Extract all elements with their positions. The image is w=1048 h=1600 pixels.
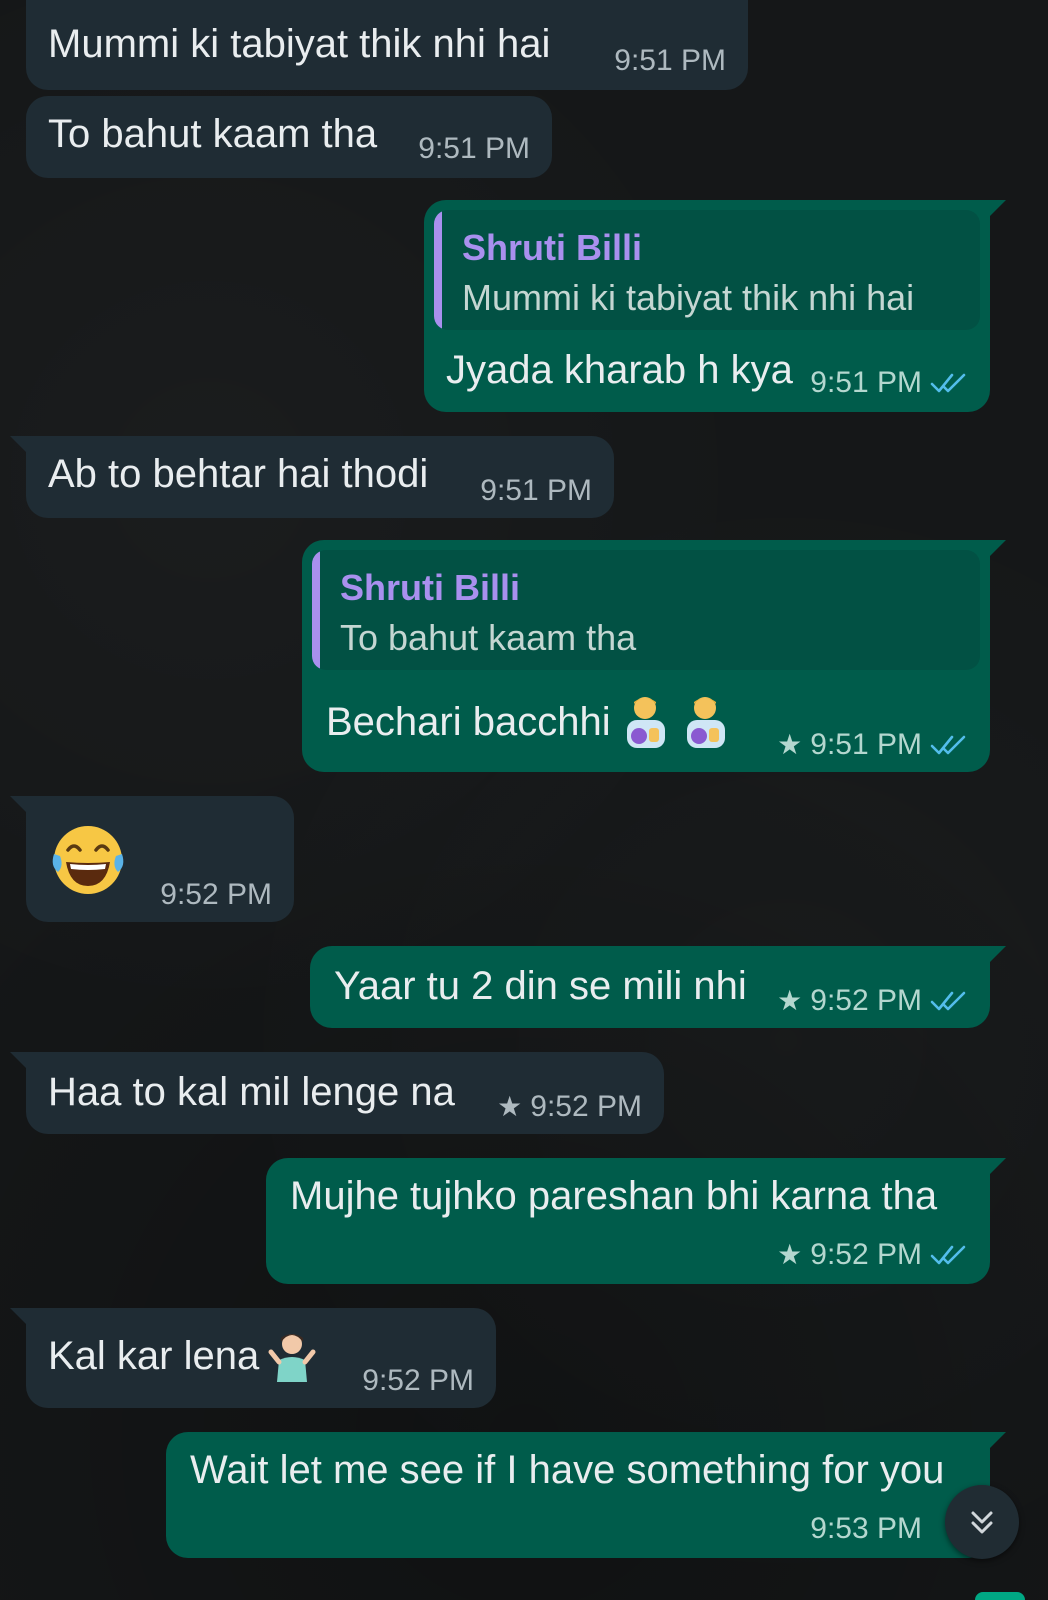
message-text: Kal kar lena <box>48 1328 317 1384</box>
timestamp: 9:51 PM <box>614 44 726 77</box>
man-feeding-baby-emoji-icon <box>626 697 665 748</box>
input-bar-edge <box>975 1592 1025 1600</box>
outgoing-message[interactable]: Mujhe tujhko pareshan bhi karna tha ★ 9:… <box>266 1158 1006 1284</box>
outgoing-message[interactable]: Wait let me see if I have something for … <box>166 1432 1006 1558</box>
bubble-tail <box>10 436 28 454</box>
message-text: Yaar tu 2 din se mili nhi <box>334 964 747 1008</box>
double-check-icon <box>930 1245 966 1265</box>
bubble-tail <box>10 1052 28 1070</box>
message-text: Haa to kal mil lenge na <box>48 1070 455 1114</box>
timestamp: 9:52 PM <box>810 984 922 1017</box>
star-icon: ★ <box>777 729 803 760</box>
message-text: Bechari bacchhi <box>326 694 731 750</box>
message-time: 9:52 PM <box>362 1364 474 1398</box>
incoming-message[interactable]: To bahut kaam tha 9:51 PM <box>26 96 552 178</box>
quoted-message[interactable]: Shruti Billi Mummi ki tabiyat thik nhi h… <box>434 210 980 330</box>
message-time: 9:53 PM <box>810 1512 922 1546</box>
incoming-message[interactable]: 9:52 PM <box>10 796 294 922</box>
timestamp: 9:52 PM <box>362 1364 474 1397</box>
message-time: 9:51 PM <box>810 366 968 400</box>
quoted-text: To bahut kaam tha <box>340 617 637 658</box>
star-icon: ★ <box>777 985 803 1016</box>
bubble-tail <box>988 1432 1006 1450</box>
message-text: Wait let me see if I have something for … <box>190 1448 945 1492</box>
message-text: To bahut kaam tha <box>48 112 378 156</box>
bubble-tail <box>988 540 1006 558</box>
bubble-tail <box>988 200 1006 218</box>
timestamp: 9:52 PM <box>810 1238 922 1271</box>
message-time: 9:51 PM <box>614 44 726 78</box>
quote-accent-bar <box>434 210 442 330</box>
timestamp: 9:51 PM <box>810 728 922 761</box>
message-text-content: Kal kar lena <box>48 1334 260 1378</box>
man-feeding-baby-emoji-icon <box>686 697 725 748</box>
outgoing-message[interactable]: Shruti Billi To bahut kaam tha Bechari b… <box>302 540 1006 772</box>
message-text: Mummi ki tabiyat thik nhi hai <box>48 22 551 66</box>
timestamp: 9:51 PM <box>810 366 922 399</box>
star-icon: ★ <box>497 1091 523 1122</box>
message-time: ★ 9:51 PM <box>777 728 968 762</box>
message-time: 9:51 PM <box>480 474 592 508</box>
incoming-message[interactable]: Haa to kal mil lenge na ★ 9:52 PM <box>10 1052 664 1134</box>
outgoing-message[interactable]: Shruti Billi Mummi ki tabiyat thik nhi h… <box>424 200 1006 412</box>
timestamp: 9:51 PM <box>480 474 592 507</box>
quote-accent-bar <box>312 550 320 670</box>
message-time: ★ 9:52 PM <box>777 984 968 1018</box>
bubble-tail <box>10 796 28 814</box>
bubble-tail <box>988 946 1006 964</box>
timestamp: 9:51 PM <box>418 132 530 165</box>
chat-message-list: Mummi ki tabiyat thik nhi hai 9:51 PM To… <box>0 0 1048 1600</box>
timestamp: 9:52 PM <box>530 1090 642 1123</box>
bubble-tail <box>10 1308 28 1326</box>
message-time: 9:52 PM <box>160 878 272 912</box>
quoted-message[interactable]: Shruti Billi To bahut kaam tha <box>312 550 980 670</box>
incoming-message[interactable]: Mummi ki tabiyat thik nhi hai 9:51 PM <box>26 0 748 90</box>
message-time: 9:51 PM <box>418 132 530 166</box>
double-check-icon <box>930 735 966 755</box>
quoted-sender-name: Shruti Billi <box>340 567 520 608</box>
timestamp: 9:53 PM <box>810 1512 922 1545</box>
outgoing-message[interactable]: Yaar tu 2 din se mili nhi ★ 9:52 PM <box>310 946 1006 1028</box>
incoming-message[interactable]: Kal kar lena 9:52 PM <box>10 1308 496 1408</box>
message-text-content: Bechari bacchhi <box>326 700 611 744</box>
scroll-to-bottom-button[interactable] <box>945 1485 1019 1559</box>
bubble-tail <box>988 1158 1006 1176</box>
message-text: Mujhe tujhko pareshan bhi karna tha <box>290 1174 938 1218</box>
message-time: ★ 9:52 PM <box>777 1238 968 1272</box>
message-text: Ab to behtar hai thodi <box>48 452 429 496</box>
quoted-text: Mummi ki tabiyat thik nhi hai <box>462 277 915 318</box>
star-icon: ★ <box>777 1239 803 1270</box>
incoming-message[interactable]: Ab to behtar hai thodi 9:51 PM <box>10 436 614 518</box>
person-shrugging-emoji-icon <box>268 1334 316 1382</box>
message-time: ★ 9:52 PM <box>497 1090 642 1124</box>
double-chevron-down-icon <box>971 1511 993 1534</box>
timestamp: 9:52 PM <box>160 878 272 911</box>
double-check-icon <box>930 991 966 1011</box>
quoted-sender-name: Shruti Billi <box>462 227 642 268</box>
double-check-icon <box>930 373 966 393</box>
face-with-tears-of-joy-icon <box>52 826 124 894</box>
message-text: Jyada kharab h kya <box>446 348 793 392</box>
